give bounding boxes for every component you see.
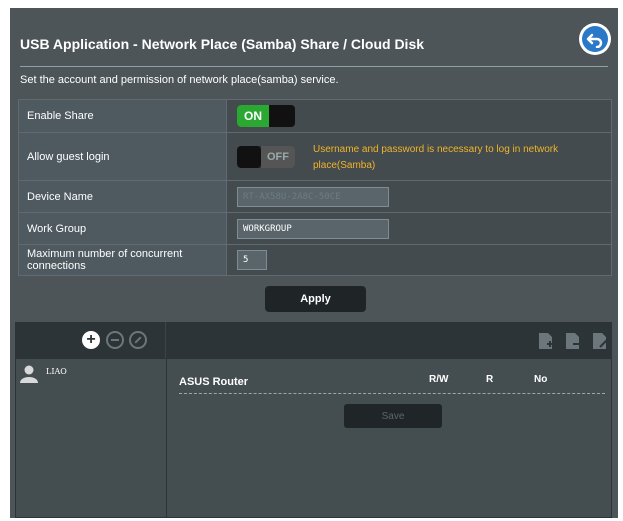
toggle-off-text: OFF — [261, 145, 295, 168]
permission-divider — [179, 393, 605, 394]
add-folder-icon[interactable] — [538, 332, 554, 350]
toggle-knob — [237, 145, 261, 168]
back-icon — [582, 26, 608, 52]
edit-folder-icon[interactable] — [592, 332, 610, 350]
work-group-input[interactable] — [237, 218, 389, 239]
settings-table: Enable Share ON Allow guest login OFF Us… — [18, 99, 612, 276]
toolbar-divider — [165, 322, 166, 358]
save-button[interactable]: Save — [344, 404, 442, 428]
back-button[interactable] — [579, 23, 611, 55]
device-name-input[interactable] — [237, 186, 389, 207]
allow-guest-toggle[interactable]: OFF — [237, 145, 295, 168]
max-connections-label: Maximum number of concurrent connections — [18, 244, 227, 276]
user-list: LIAO — [16, 359, 167, 517]
remove-user-icon[interactable] — [106, 331, 124, 349]
guest-login-note: Username and password is necessary to lo… — [313, 144, 559, 171]
enable-share-toggle[interactable]: ON — [237, 105, 295, 127]
delete-folder-icon[interactable] — [565, 332, 581, 350]
page-description: Set the account and permission of networ… — [20, 74, 339, 86]
toggle-on-text: ON — [237, 105, 269, 127]
edit-user-icon[interactable] — [129, 331, 147, 349]
enable-share-label: Enable Share — [18, 99, 227, 133]
toggle-knob — [269, 105, 295, 127]
account-panel: LIAO ASUS Router R/W R No Save — [15, 358, 612, 518]
main-panel: USB Application - Network Place (Samba) … — [10, 8, 618, 518]
perm-header-r: R — [486, 374, 494, 385]
max-connections-input[interactable] — [237, 250, 267, 270]
perm-header-no: No — [534, 374, 548, 385]
work-group-label: Work Group — [18, 212, 227, 245]
add-user-icon[interactable]: + — [82, 331, 100, 349]
device-name-label: Device Name — [18, 180, 227, 213]
share-root-label: ASUS Router — [179, 376, 249, 388]
apply-button[interactable]: Apply — [265, 286, 366, 312]
allow-guest-label: Allow guest login — [18, 132, 227, 181]
perm-header-rw: R/W — [429, 374, 449, 385]
account-toolbar: + — [15, 322, 612, 358]
user-avatar-icon — [20, 365, 38, 383]
page-title: USB Application - Network Place (Samba) … — [20, 36, 425, 52]
title-divider — [20, 66, 608, 67]
user-name: LIAO — [46, 367, 67, 376]
